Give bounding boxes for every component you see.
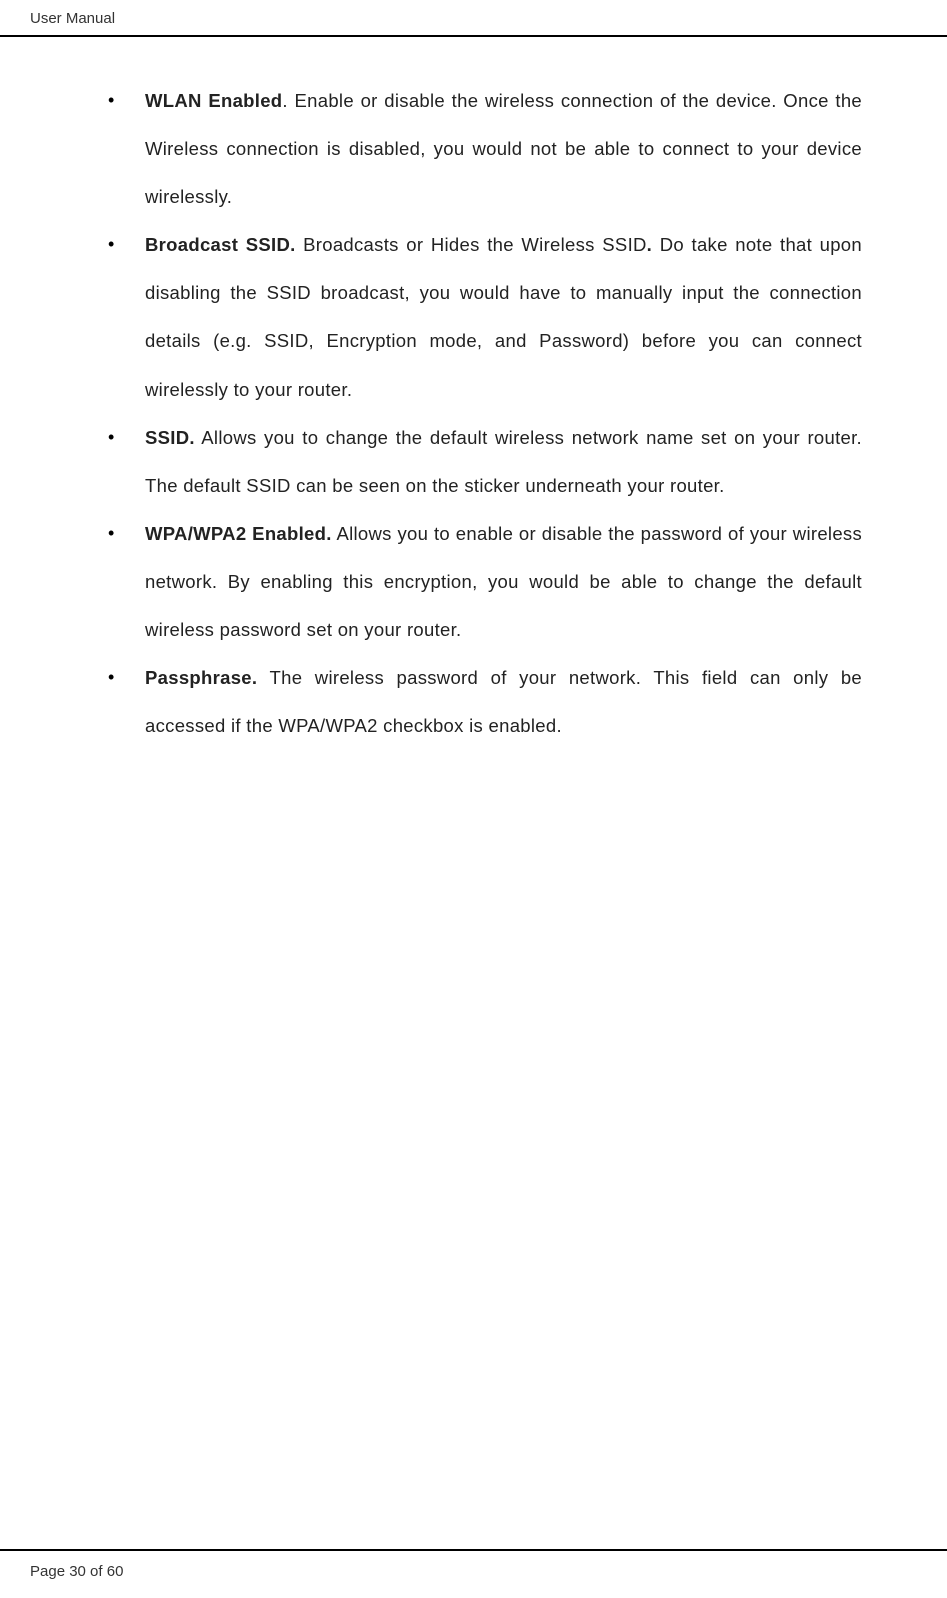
list-item: Passphrase. The wireless password of you… bbox=[120, 654, 862, 750]
description-part2: Do take note that upon disabling the SSI… bbox=[145, 234, 862, 399]
document-footer: Page 30 of 60 bbox=[0, 1549, 947, 1598]
term: Passphrase. bbox=[145, 667, 257, 688]
description: Allows you to change the default wireles… bbox=[145, 427, 862, 496]
term: WPA/WPA2 Enabled. bbox=[145, 523, 332, 544]
term: WLAN Enabled bbox=[145, 90, 282, 111]
header-title: User Manual bbox=[30, 10, 917, 27]
term: SSID. bbox=[145, 427, 195, 448]
list-item: WLAN Enabled. Enable or disable the wire… bbox=[120, 77, 862, 221]
term-punct bbox=[296, 234, 304, 255]
document-content: WLAN Enabled. Enable or disable the wire… bbox=[0, 37, 947, 750]
list-item: Broadcast SSID. Broadcasts or Hides the … bbox=[120, 221, 862, 413]
term-punct: . bbox=[282, 90, 294, 111]
term: Broadcast SSID. bbox=[145, 234, 296, 255]
description-part1: Broadcasts or Hides the Wireless SSID bbox=[303, 234, 647, 255]
term-punct bbox=[257, 667, 269, 688]
bullet-list: WLAN Enabled. Enable or disable the wire… bbox=[85, 77, 862, 750]
page-number: Page 30 of 60 bbox=[30, 1563, 917, 1580]
list-item: WPA/WPA2 Enabled. Allows you to enable o… bbox=[120, 510, 862, 654]
list-item: SSID. Allows you to change the default w… bbox=[120, 414, 862, 510]
document-header: User Manual bbox=[0, 0, 947, 37]
